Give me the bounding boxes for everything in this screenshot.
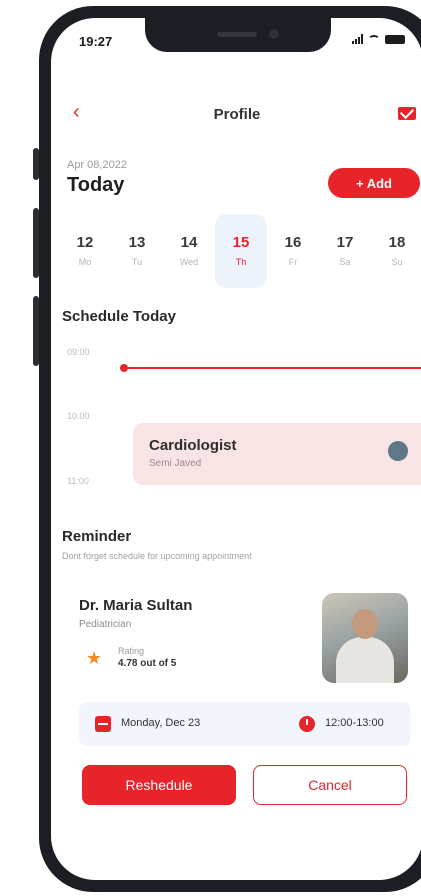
week-day-selector: 12 Mo 13 Tu 14 Wed 15 Th 16 Fr 17 Sa 18 Su: [59, 214, 421, 288]
day-item[interactable]: 14 Wed: [163, 214, 215, 288]
avatar: [388, 441, 408, 461]
appointment-info-bar: Monday, Dec 23 12:00-13:00: [79, 702, 411, 746]
day-name: Th: [235, 257, 247, 267]
reminder-title: Reminder: [62, 528, 132, 545]
today-heading: Today: [67, 174, 125, 196]
appointment-subtitle: Semi Javed: [149, 458, 202, 469]
day-name: Sa: [339, 257, 351, 267]
time-label: 10:00: [67, 411, 90, 421]
day-item[interactable]: 17 Sa: [319, 214, 371, 288]
rating-label: Rating: [118, 646, 145, 656]
rating-value: 4.78 out of 5: [118, 658, 177, 669]
time-label: 11:00: [67, 476, 89, 486]
day-number: 16: [284, 234, 302, 251]
day-item[interactable]: 13 Tu: [111, 214, 163, 288]
add-button[interactable]: + Add: [328, 168, 420, 198]
appointment-title: Cardiologist: [149, 437, 237, 454]
cancel-button[interactable]: Cancel: [253, 765, 407, 805]
day-number: 15: [232, 234, 250, 251]
day-number: 12: [76, 234, 94, 251]
day-item[interactable]: 12 Mo: [59, 214, 111, 288]
day-number: 13: [128, 234, 146, 251]
phone-screen: 19:27 ‹ Profile Apr 08,2022 Today + Add …: [51, 18, 421, 880]
clock-icon: [299, 716, 315, 732]
doctor-photo: [322, 593, 408, 683]
mail-icon[interactable]: [398, 107, 416, 120]
page-title: Profile: [213, 106, 261, 123]
wifi-icon: [368, 34, 380, 44]
front-camera: [269, 29, 279, 39]
doctor-name: Dr. Maria Sultan: [79, 597, 193, 614]
schedule-title: Schedule Today: [62, 308, 176, 325]
signal-icon: [352, 34, 363, 44]
photo-body: [336, 637, 394, 683]
day-number: 18: [388, 234, 406, 251]
day-name: Wed: [179, 257, 199, 267]
day-item-selected[interactable]: 15 Th: [215, 214, 267, 288]
current-date: Apr 08,2022: [67, 159, 127, 171]
photo-head: [352, 609, 378, 639]
doctor-specialty: Pediatrician: [79, 619, 132, 630]
day-item[interactable]: 18 Su: [371, 214, 421, 288]
battery-icon: [385, 34, 405, 44]
current-time-line: [128, 367, 421, 369]
speaker: [217, 32, 257, 37]
day-name: Mo: [78, 257, 92, 267]
day-name: Su: [391, 257, 403, 267]
reschedule-button[interactable]: Reshedule: [82, 765, 236, 805]
notch: [145, 18, 331, 52]
status-time: 19:27: [79, 34, 113, 49]
day-name: Fr: [288, 257, 298, 267]
day-number: 17: [336, 234, 354, 251]
day-number: 14: [180, 234, 198, 251]
appointment-card[interactable]: Cardiologist Semi Javed: [133, 423, 421, 485]
status-icons: [352, 34, 405, 44]
appointment-time: 12:00-13:00: [325, 717, 384, 729]
reminder-subtitle: Dont forget schedule for upcoming appoin…: [62, 551, 252, 561]
calendar-icon: [95, 716, 111, 732]
current-time-dot: [120, 364, 128, 372]
time-label: 09:00: [67, 347, 90, 357]
day-name: Tu: [131, 257, 143, 267]
appointment-date: Monday, Dec 23: [121, 717, 201, 729]
star-icon: ★: [86, 648, 103, 668]
day-item[interactable]: 16 Fr: [267, 214, 319, 288]
